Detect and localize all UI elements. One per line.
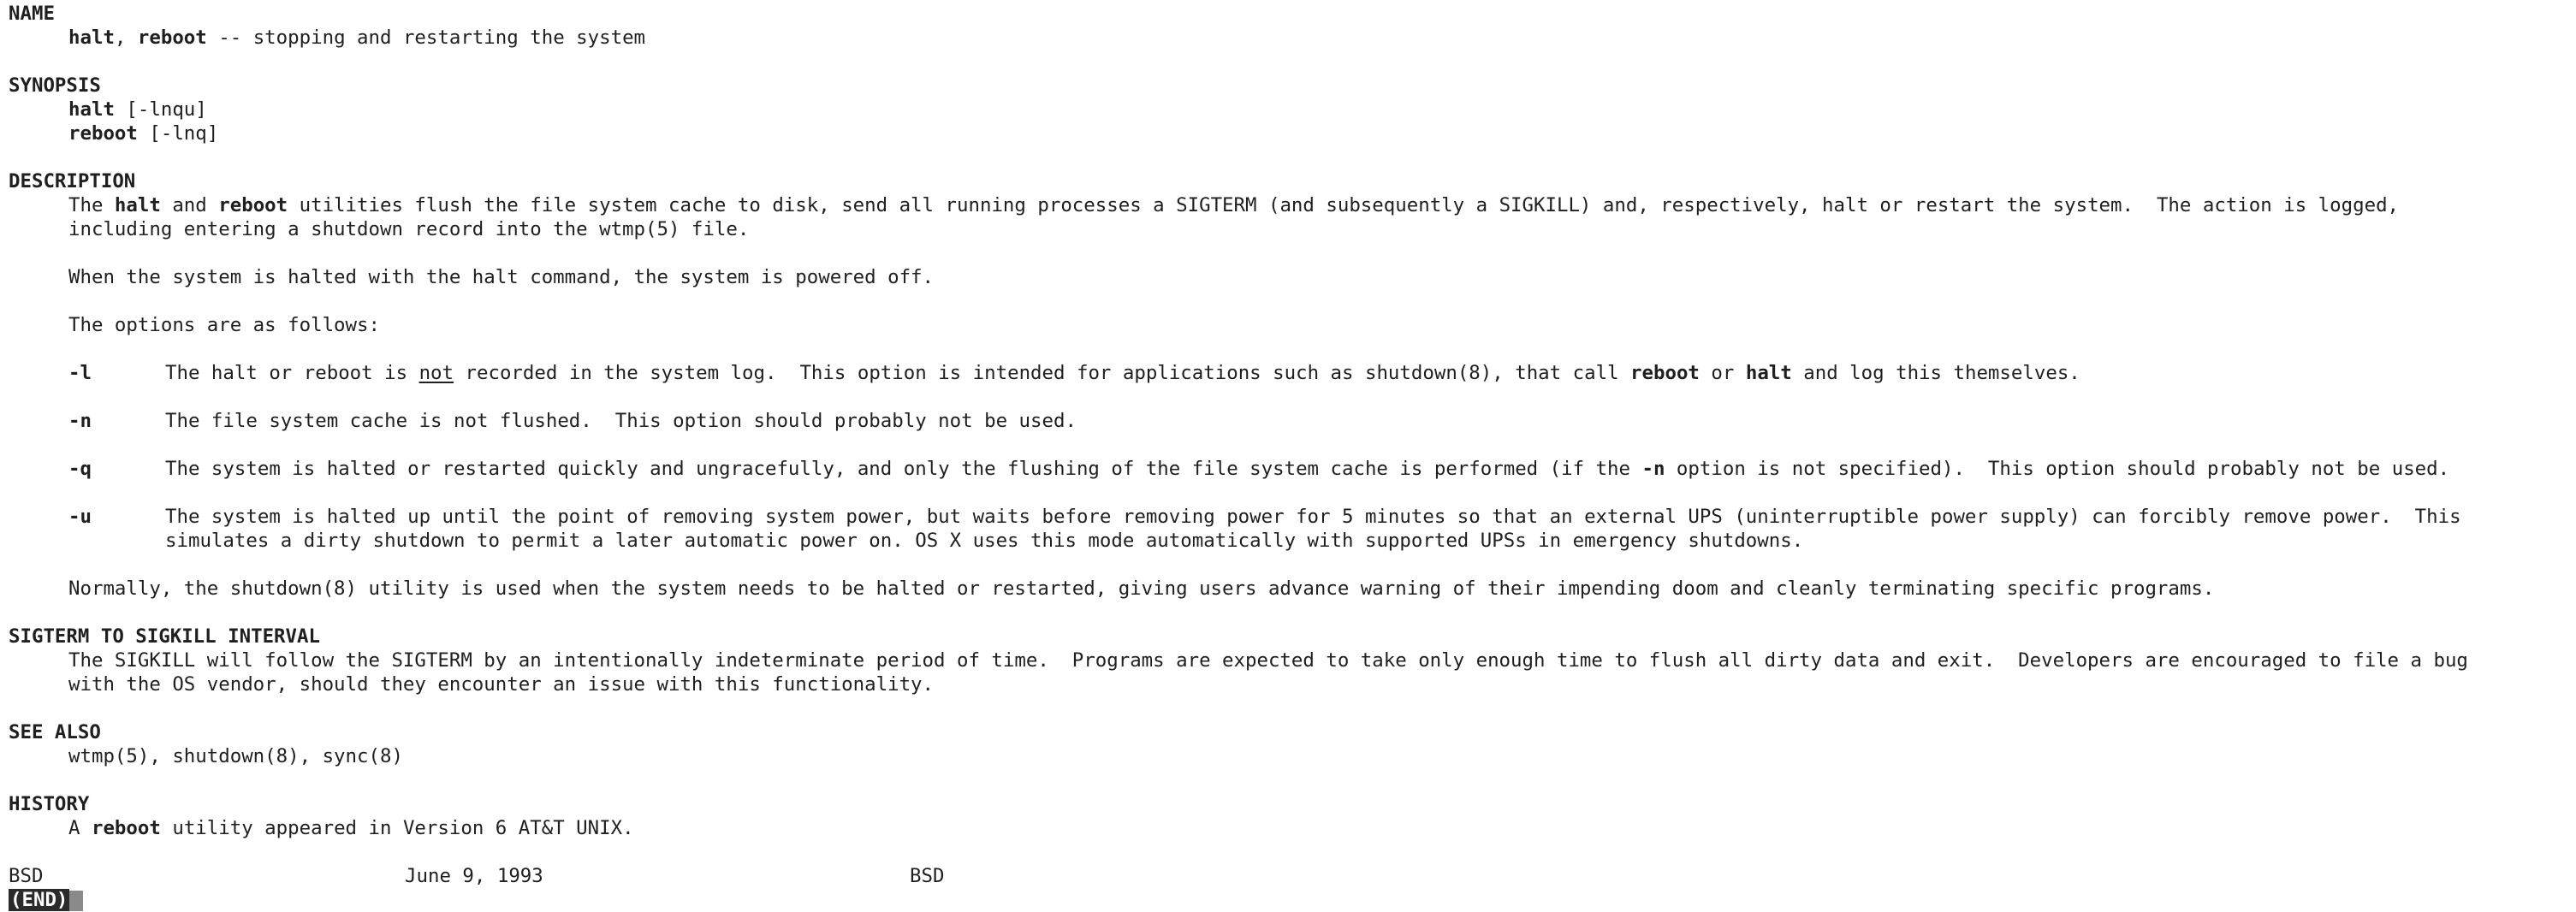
option-u-line2: simulates a dirty shutdown to permit a l…	[165, 530, 1804, 552]
option-n: -n The file system cache is not flushed. …	[9, 409, 2576, 433]
text-run: The	[68, 194, 115, 216]
section-heading-history: HISTORY	[9, 793, 90, 815]
section-heading-name: NAME	[9, 3, 55, 25]
pager-end-indicator: (END)	[9, 889, 70, 911]
option-u-text-line1: The system is halted up until the point …	[165, 506, 2461, 528]
emphasis-not: not	[418, 362, 454, 384]
cmd-reboot: reboot	[91, 817, 161, 839]
text-run: utility appeared in Version 6 AT&T UNIX.	[160, 817, 634, 839]
cmd-reboot: reboot	[137, 27, 207, 49]
cursor-block-icon	[69, 890, 84, 911]
interval-line2: with the OS vendor, should they encounte…	[68, 673, 935, 696]
see-also-refs: wtmp(5), shutdown(8), sync(8)	[68, 745, 403, 767]
description-p3: The options are as follows:	[68, 314, 380, 336]
pager-status-line[interactable]: (END)	[9, 888, 2576, 912]
name-description: -- stopping and restarting the system	[206, 27, 646, 49]
synopsis-reboot: reboot [-lnq]	[9, 121, 2576, 145]
text-run: and	[160, 194, 219, 216]
option-ref-n: -n	[1641, 458, 1665, 480]
option-flag-u: -u	[68, 506, 92, 528]
text-run: recorded in the system log. This option …	[454, 362, 1631, 384]
cmd-halt: halt	[68, 27, 115, 49]
description-p1-line1: The halt and reboot utilities flush the …	[9, 193, 2576, 217]
option-flag-n: -n	[68, 410, 92, 432]
terminal-window: { "sections": { "name": "NAME", "synopsi…	[0, 0, 2576, 912]
footer-right: BSD	[910, 865, 945, 887]
man-footer: BSD June 9, 1993 BSD	[9, 864, 2576, 888]
synopsis-halt: halt [-lnqu]	[9, 98, 2576, 121]
text-run: utilities flush the file system cache to…	[288, 194, 2400, 216]
text-run: and log this themselves.	[1791, 362, 2080, 384]
option-q: -q The system is halted or restarted quic…	[9, 457, 2576, 481]
text-run: The halt or reboot is	[165, 362, 419, 384]
description-p1-line2: including entering a shutdown record int…	[68, 218, 750, 240]
option-flag-l: -l	[68, 362, 92, 384]
text-run: or	[1699, 362, 1746, 384]
option-l: -l The halt or reboot is not recorded in …	[9, 361, 2576, 385]
text-run: The system is halted or restarted quickl…	[165, 458, 1642, 480]
name-line: halt, reboot -- stopping and restarting …	[9, 26, 2576, 50]
description-p4: Normally, the shutdown(8) utility is use…	[68, 577, 2215, 600]
option-flag-q: -q	[68, 458, 92, 480]
section-heading-synopsis: SYNOPSIS	[9, 74, 101, 97]
option-u: -u The system is halted up until the poin…	[9, 505, 2576, 529]
name-separator: ,	[114, 27, 138, 49]
cmd-reboot: reboot	[1630, 362, 1700, 384]
history-line: A reboot utility appeared in Version 6 A…	[9, 816, 2576, 840]
man-page-content: NAME halt, reboot -- stopping and restar…	[9, 2, 2576, 912]
footer-left: BSD	[9, 865, 44, 887]
synopsis-reboot-args: [-lnq]	[137, 122, 219, 145]
description-p2: When the system is halted with the halt …	[68, 266, 935, 288]
synopsis-reboot-cmd: reboot	[68, 122, 138, 145]
interval-line1: The SIGKILL will follow the SIGTERM by a…	[68, 649, 2468, 672]
footer-date: June 9, 1993	[405, 865, 543, 887]
text-run: A	[68, 817, 92, 839]
cmd-reboot: reboot	[218, 194, 288, 216]
option-n-text: The file system cache is not flushed. Th…	[165, 410, 1077, 432]
text-run: option is not specified). This option sh…	[1665, 458, 2450, 480]
cmd-halt: halt	[1745, 362, 1792, 384]
synopsis-halt-args: [-lnqu]	[114, 98, 207, 121]
section-heading-description: DESCRIPTION	[9, 170, 136, 192]
cmd-halt: halt	[114, 194, 161, 216]
section-heading-see-also: SEE ALSO	[9, 721, 101, 743]
synopsis-halt-cmd: halt	[68, 98, 115, 121]
section-heading-interval: SIGTERM TO SIGKILL INTERVAL	[9, 625, 320, 648]
